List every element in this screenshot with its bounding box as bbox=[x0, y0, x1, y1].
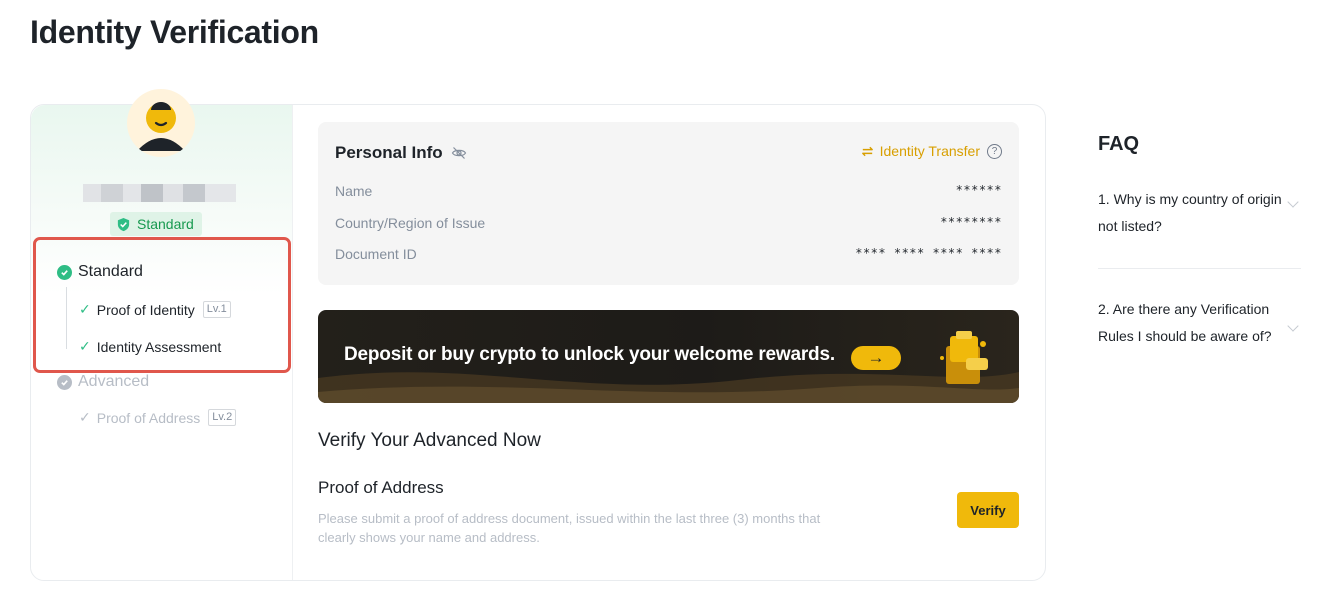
verification-sidebar: Standard Standard ✓ Proof of Identity Lv… bbox=[31, 89, 293, 580]
faq-item[interactable]: 1. Why is my country of origin not liste… bbox=[1098, 186, 1301, 240]
personal-info-heading: Personal Info bbox=[335, 143, 467, 163]
info-label: Country/Region of Issue bbox=[335, 215, 486, 231]
verification-card: Standard Standard ✓ Proof of Identity Lv… bbox=[30, 89, 1046, 581]
info-value: **** **** **** **** bbox=[855, 246, 1002, 260]
faq-question: 1. Why is my country of origin not liste… bbox=[1098, 191, 1282, 234]
step-label: Identity Assessment bbox=[96, 338, 222, 355]
level-advanced[interactable]: Advanced bbox=[57, 373, 149, 391]
banner-text: Deposit or buy crypto to unlock your wel… bbox=[344, 344, 835, 365]
check-icon: ✓ bbox=[79, 338, 91, 354]
check-icon: ✓ bbox=[79, 301, 91, 317]
proof-of-address-description: Please submit a proof of address documen… bbox=[318, 511, 821, 545]
level-tag: Lv.1 bbox=[202, 301, 231, 318]
verify-advanced-heading: Verify Your Advanced Now bbox=[318, 430, 541, 451]
avatar bbox=[127, 89, 195, 157]
current-level-badge: Standard bbox=[110, 212, 202, 236]
help-circle-icon[interactable]: ? bbox=[987, 143, 1002, 159]
personal-info-title: Personal Info bbox=[335, 143, 443, 162]
personal-info-panel: Personal Info Identity Transfer ? Name *… bbox=[318, 122, 1019, 285]
proof-of-address-title: Proof of Address bbox=[318, 478, 444, 497]
faq-item[interactable]: 2. Are there any Verification Rules I sh… bbox=[1098, 296, 1301, 350]
level-advanced-label: Advanced bbox=[78, 373, 150, 390]
info-row-document-id: Document ID **** **** **** **** bbox=[335, 246, 1002, 262]
check-circle-icon bbox=[57, 264, 72, 280]
step-identity-assessment[interactable]: ✓ Identity Assessment bbox=[79, 338, 221, 355]
step-label: Proof of Address bbox=[96, 409, 201, 426]
swap-icon bbox=[861, 146, 873, 156]
faq-title: FAQ bbox=[1098, 133, 1140, 155]
level-standard-label: Standard bbox=[78, 263, 143, 280]
page-title: Identity Verification bbox=[30, 14, 319, 50]
info-row-name: Name ****** bbox=[335, 183, 1002, 199]
level-tag: Lv.2 bbox=[208, 409, 237, 426]
faq-divider bbox=[1098, 268, 1301, 269]
wallet-gift-icon bbox=[940, 331, 988, 384]
check-icon: ✓ bbox=[79, 409, 91, 425]
level-standard[interactable]: Standard bbox=[57, 263, 143, 281]
info-value: ****** bbox=[955, 183, 1002, 197]
chevron-down-icon bbox=[1287, 320, 1299, 332]
step-proof-of-identity[interactable]: ✓ Proof of Identity Lv.1 bbox=[79, 301, 231, 318]
info-label: Document ID bbox=[335, 246, 417, 262]
arrow-right-icon[interactable]: → bbox=[851, 346, 901, 370]
faq-question: 2. Are there any Verification Rules I sh… bbox=[1098, 301, 1272, 344]
verify-button[interactable]: Verify bbox=[957, 492, 1019, 528]
eye-off-icon[interactable] bbox=[451, 145, 467, 161]
verified-shield-icon bbox=[117, 217, 130, 231]
username-masked bbox=[83, 184, 236, 202]
step-proof-of-address[interactable]: ✓ Proof of Address Lv.2 bbox=[79, 409, 237, 426]
rewards-banner[interactable]: Deposit or buy crypto to unlock your wel… bbox=[318, 310, 1019, 403]
info-label: Name bbox=[335, 183, 373, 199]
info-value: ******** bbox=[940, 215, 1002, 229]
chevron-down-icon bbox=[1287, 196, 1299, 208]
check-circle-icon bbox=[57, 374, 72, 390]
identity-transfer-link[interactable]: Identity Transfer ? bbox=[860, 143, 1002, 159]
info-row-country: Country/Region of Issue ******** bbox=[335, 215, 1002, 231]
level-divider-line bbox=[66, 287, 67, 349]
current-level-label: Standard bbox=[137, 216, 194, 232]
identity-transfer-label: Identity Transfer bbox=[879, 143, 980, 159]
step-label: Proof of Identity bbox=[96, 301, 195, 318]
